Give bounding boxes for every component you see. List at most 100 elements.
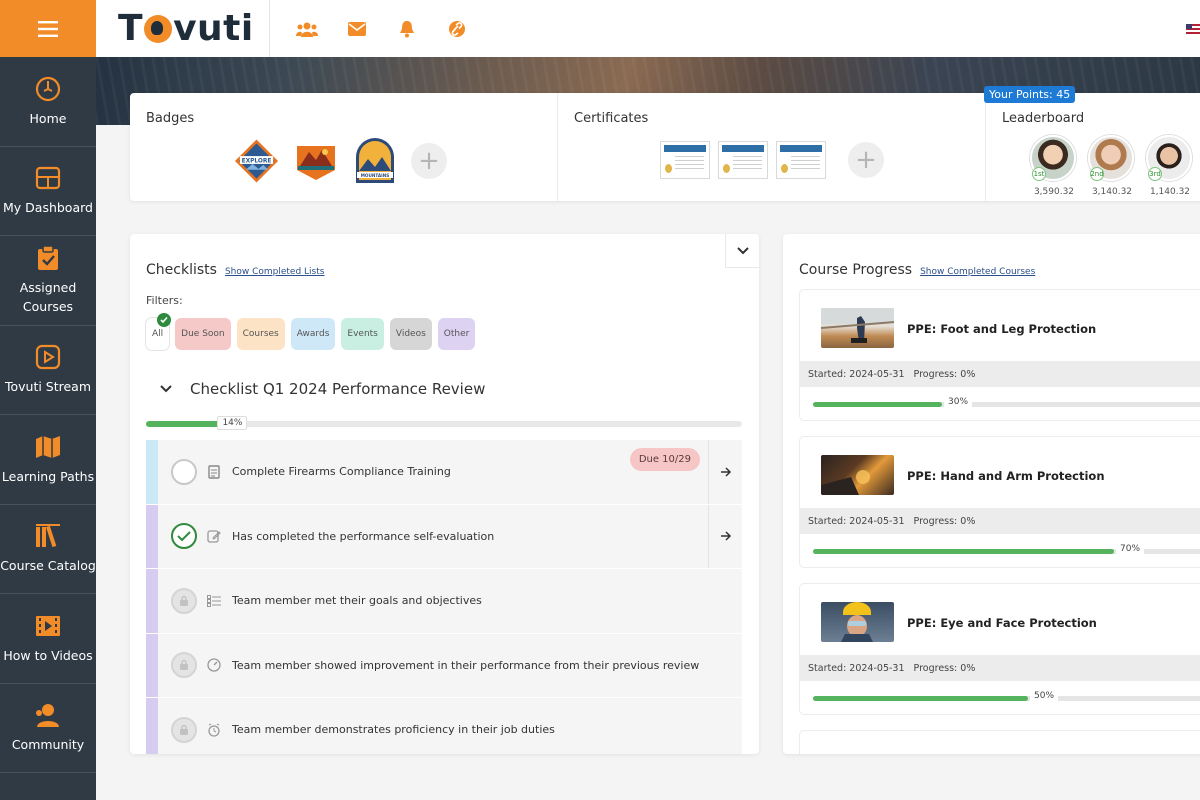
checklists-card: Checklists Show Completed Lists Filters: … <box>130 234 759 754</box>
checklist-header[interactable]: Checklist Q1 2024 Performance Review <box>160 380 485 398</box>
people-icon[interactable] <box>296 18 318 40</box>
language-flag-icon[interactable] <box>1186 24 1200 34</box>
course-item[interactable]: PPE: Eye and Face Protection Started: 20… <box>800 584 1200 714</box>
sidebar-item-label: How to Videos <box>3 647 93 663</box>
list-item[interactable]: Team member showed improvement in their … <box>146 633 742 698</box>
add-certificate-button[interactable]: + <box>848 142 884 178</box>
sidebar-item-community[interactable]: Community <box>0 684 96 773</box>
arrow-right-icon <box>720 531 731 541</box>
sidebar-item-label: Assigned Courses <box>19 280 77 315</box>
course-item[interactable]: PPE: Foot and Leg Protection Started: 20… <box>800 290 1200 420</box>
course-title: PPE: Eye and Face Protection <box>907 616 1097 630</box>
list-item[interactable]: Team member demonstrates proficiency in … <box>146 698 742 754</box>
show-completed-lists-link[interactable]: Show Completed Lists <box>225 267 325 277</box>
filter-awards[interactable]: Awards <box>290 318 336 350</box>
sidebar-item-how-to-videos[interactable]: How to Videos <box>0 594 96 684</box>
progress-text: Progress: 0% <box>913 515 976 527</box>
course-progress-card: Course Progress Show Completed Courses PP… <box>783 234 1200 754</box>
mail-icon[interactable] <box>346 18 368 40</box>
sidebar-item-assigned-courses[interactable]: Assigned Courses <box>0 236 96 326</box>
lock-icon <box>171 587 197 614</box>
menu-button[interactable] <box>0 0 96 57</box>
certificate-thumbnail[interactable] <box>660 141 710 179</box>
svg-text:MOUNTAINS: MOUNTAINS <box>360 173 388 178</box>
list-item[interactable]: Complete Firearms Compliance Training Du… <box>146 440 742 505</box>
filter-label: Due Soon <box>181 329 225 339</box>
books-icon <box>34 522 62 550</box>
filter-events[interactable]: Events <box>341 318 384 350</box>
progress-fill <box>813 402 942 407</box>
list-item[interactable]: Team member met their goals and objectiv… <box>146 569 742 634</box>
open-task-button[interactable] <box>708 440 742 504</box>
compass-icon <box>34 75 62 103</box>
add-badge-button[interactable]: + <box>411 143 447 179</box>
dashboard-icon <box>34 164 62 192</box>
sidebar-item-label: My Dashboard <box>3 200 93 216</box>
filter-videos[interactable]: Videos <box>389 318 432 350</box>
course-progress-bar: 50% <box>813 690 1200 702</box>
checklist-progress-bar: 14% <box>146 416 742 430</box>
list-item[interactable]: Has completed the performance self-evalu… <box>146 504 742 569</box>
status-circle[interactable] <box>171 523 197 550</box>
leaderboard-entry[interactable]: 1st 3,590.32 <box>1030 135 1078 197</box>
sidebar-item-dashboard[interactable]: My Dashboard <box>0 147 96 236</box>
progress-label: 30% <box>944 396 973 408</box>
filter-due-soon[interactable]: Due Soon <box>175 318 231 350</box>
badges-section: Badges EXPLORE MOUNTAINS + <box>130 93 557 201</box>
link-icon[interactable] <box>446 18 468 40</box>
badges-title: Badges <box>146 111 195 126</box>
show-completed-courses-link[interactable]: Show Completed Courses <box>920 267 1035 277</box>
filter-courses[interactable]: Courses <box>236 318 285 350</box>
sidebar-item-label: Home <box>29 110 67 126</box>
mountains-badge[interactable]: MOUNTAINS <box>352 137 397 185</box>
play-icon <box>34 343 62 371</box>
sidebar-item-home[interactable]: Home <box>0 57 96 147</box>
filters-label: Filters: <box>146 294 183 307</box>
task-text: Team member showed improvement in their … <box>232 658 700 672</box>
collapse-button[interactable] <box>725 234 759 268</box>
leaderboard-entry[interactable]: 3rd 1,140.32 <box>1146 135 1194 197</box>
course-meta: Started: 2024-05-31 Progress: 0% <box>800 508 1200 534</box>
rank-badge: 2nd <box>1090 167 1104 181</box>
filter-label: Awards <box>296 329 330 339</box>
users-icon <box>34 701 62 729</box>
alarm-icon <box>207 723 221 737</box>
course-item[interactable] <box>800 731 1200 754</box>
adventure-badge[interactable] <box>293 137 338 185</box>
sidebar-item-label: Course Catalog <box>0 558 96 574</box>
edit-icon <box>207 529 221 543</box>
filter-all[interactable]: All <box>146 313 172 350</box>
arrow-right-icon <box>720 467 731 477</box>
explore-badge[interactable]: EXPLORE <box>234 137 279 185</box>
bell-icon[interactable] <box>396 18 418 40</box>
leader-score: 3,590.32 <box>1033 187 1075 197</box>
chevron-down-icon <box>160 385 172 393</box>
open-task-button[interactable] <box>708 504 742 568</box>
certificate-thumbnail[interactable] <box>718 141 768 179</box>
task-text: Team member met their goals and objectiv… <box>232 594 482 608</box>
clipboard-icon <box>34 244 62 272</box>
due-badge: Due 10/29 <box>629 448 700 471</box>
progress-text: Progress: 0% <box>913 662 976 674</box>
leaderboard-entry[interactable]: 2nd 3,140.32 <box>1088 135 1136 197</box>
course-meta: Started: 2024-05-31 Progress: 0% <box>800 361 1200 387</box>
status-circle[interactable] <box>171 458 197 485</box>
lock-icon <box>171 716 197 743</box>
started-date: Started: 2024-05-31 <box>808 515 905 527</box>
certificate-thumbnail[interactable] <box>776 141 826 179</box>
filter-chips: All Due Soon Courses Awards Events Video… <box>146 313 476 350</box>
filter-label: Events <box>347 329 378 339</box>
sidebar-item-label: Learning Paths <box>1 468 95 484</box>
sidebar-item-course-catalog[interactable]: Course Catalog <box>0 505 96 594</box>
chevron-down-icon <box>736 246 749 254</box>
filter-other[interactable]: Other <box>437 318 476 350</box>
brand-logo[interactable]: Tvuti <box>118 8 254 49</box>
filter-label: Other <box>443 329 470 339</box>
certificates-section: Certificates + <box>557 93 985 201</box>
lock-icon <box>171 652 197 679</box>
progress-fill <box>813 549 1114 554</box>
sidebar-item-tovuti-stream[interactable]: Tovuti Stream <box>0 326 96 415</box>
sidebar-item-learning-paths[interactable]: Learning Paths <box>0 415 96 505</box>
leaderboard-section: Leaderboard 1st 3,590.32 2nd 3,140.32 3r… <box>985 93 1200 201</box>
course-item[interactable]: PPE: Hand and Arm Protection Started: 20… <box>800 437 1200 567</box>
